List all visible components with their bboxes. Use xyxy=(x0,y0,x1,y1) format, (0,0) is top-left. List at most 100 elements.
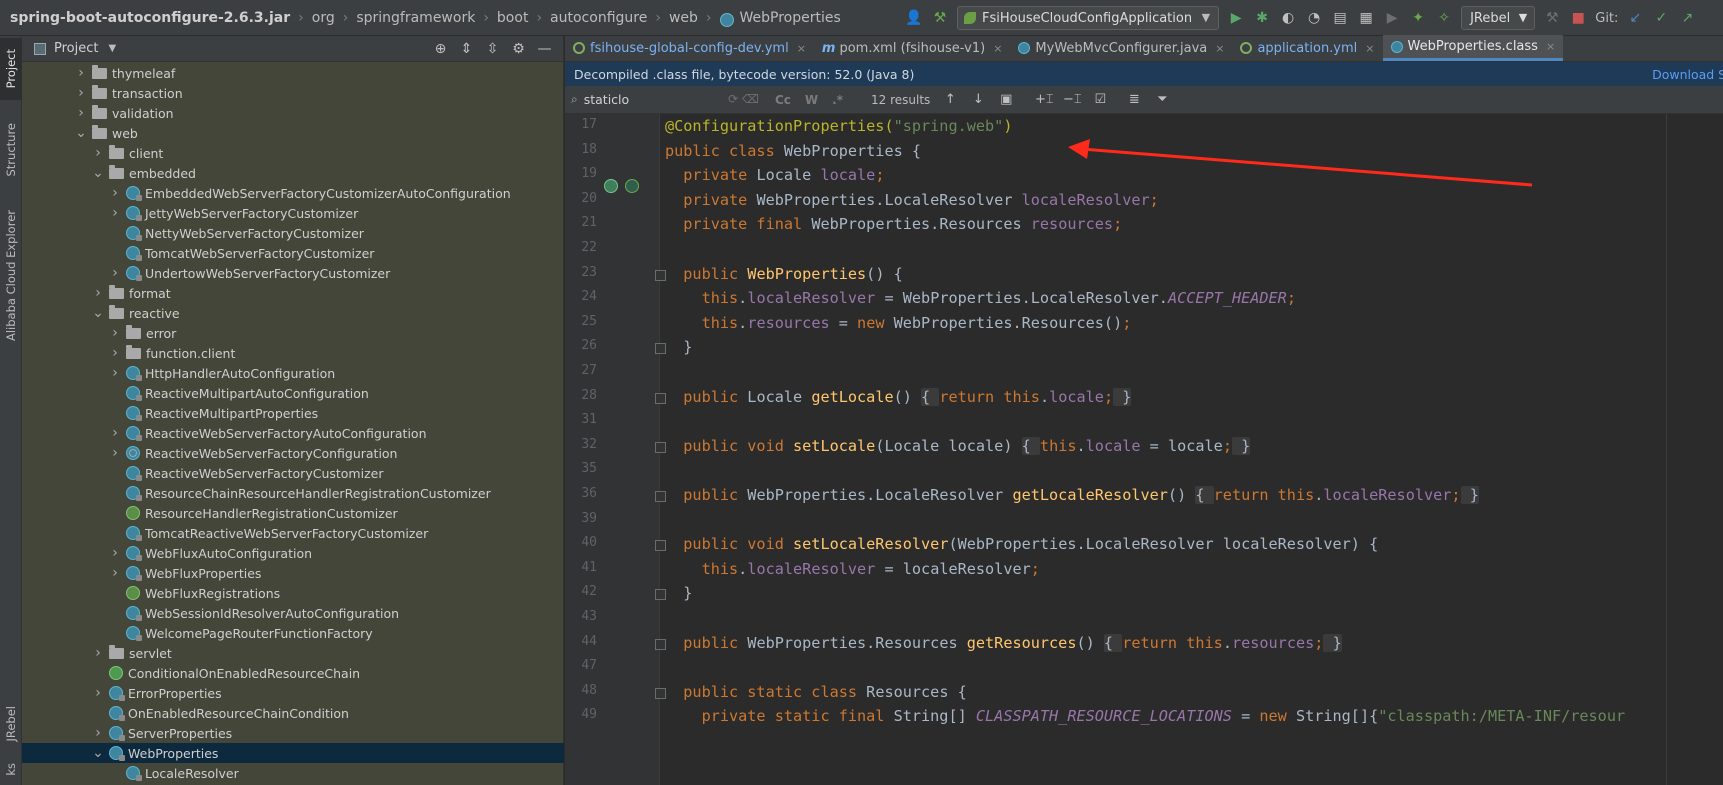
tree-node[interactable]: ReactiveMultipartAutoConfiguration xyxy=(22,383,564,403)
filter-options-icon[interactable]: ≣ xyxy=(1126,92,1142,108)
spring-config-icon[interactable] xyxy=(625,179,639,193)
chevron-right-icon[interactable]: › xyxy=(108,205,122,221)
gear-icon[interactable]: ⚙ xyxy=(510,40,527,57)
spring-bean-icon[interactable] xyxy=(604,179,618,193)
chevron-right-icon[interactable]: › xyxy=(91,685,105,701)
tree-node[interactable]: LocaleResolver xyxy=(22,763,564,783)
chevron-right-icon[interactable]: › xyxy=(108,185,122,201)
user-icon[interactable]: 👤 xyxy=(905,9,923,27)
collapse-all-icon[interactable]: ⇳ xyxy=(484,40,501,57)
tree-node[interactable]: › JettyWebServerFactoryCustomizer xyxy=(22,203,564,223)
tree-node[interactable]: › thymeleaf xyxy=(22,63,564,83)
git-push-icon[interactable]: ↗ xyxy=(1678,9,1696,27)
tool-tab-alibaba-cloud[interactable]: Alibaba Cloud Explorer xyxy=(0,200,22,350)
tree-node[interactable]: › ReactiveWebServerFactoryConfiguration xyxy=(22,443,564,463)
build-icon[interactable]: ▤ xyxy=(1331,9,1349,27)
editor-tab[interactable]: m pom.xml (fsihouse-v1) × xyxy=(814,35,1010,61)
chevron-right-icon[interactable]: › xyxy=(91,145,105,161)
tree-node[interactable]: WelcomePageRouterFunctionFactory xyxy=(22,623,564,643)
tool-tab-jrebel[interactable]: JRebel xyxy=(0,696,22,752)
stop-icon[interactable]: ■ xyxy=(1569,9,1587,27)
tree-node[interactable]: ⌄ WebProperties xyxy=(22,743,564,763)
tree-node[interactable]: ⌄ embedded xyxy=(22,163,564,183)
stop-all-icon[interactable]: ▦ xyxy=(1357,9,1375,27)
chevron-right-icon[interactable]: › xyxy=(108,545,122,561)
chevron-right-icon[interactable]: › xyxy=(91,285,105,301)
chevron-right-icon[interactable]: › xyxy=(91,725,105,741)
tree-node[interactable]: › EmbeddedWebServerFactoryCustomizerAutoC… xyxy=(22,183,564,203)
breadcrumb-item-org[interactable]: org xyxy=(312,10,335,26)
tree-node[interactable]: › ServerProperties xyxy=(22,723,564,743)
close-icon[interactable]: × xyxy=(1215,42,1224,55)
locate-icon[interactable]: ⊕ xyxy=(432,40,449,57)
chevron-down-icon[interactable]: ⌄ xyxy=(91,166,105,180)
add-occurrence-icon[interactable]: +⌶ xyxy=(1035,92,1054,108)
run-icon[interactable]: ▶ xyxy=(1227,9,1245,27)
regex-option[interactable]: .* xyxy=(832,93,843,107)
chevron-right-icon[interactable]: › xyxy=(91,645,105,661)
clear-icon[interactable]: ⟳ ⌫ xyxy=(728,92,759,106)
chevron-right-icon[interactable]: › xyxy=(108,365,122,381)
remove-occurrence-icon[interactable]: −⌶ xyxy=(1063,92,1082,108)
tree-node[interactable]: › WebFluxProperties xyxy=(22,563,564,583)
previous-occurrence-icon[interactable]: ↑ xyxy=(942,92,958,108)
chevron-right-icon[interactable]: › xyxy=(74,65,88,81)
debug-icon[interactable]: ✱ xyxy=(1253,9,1271,27)
breadcrumb-item-web[interactable]: web xyxy=(669,10,698,26)
tree-node[interactable]: ResourceHandlerRegistrationCustomizer xyxy=(22,503,564,523)
close-icon[interactable]: × xyxy=(797,42,806,55)
jrebel-dropdown[interactable]: JRebel ▼ xyxy=(1461,6,1536,30)
breadcrumb-item-springframework[interactable]: springframework xyxy=(356,10,475,26)
build-hammer-icon[interactable]: ⚒ xyxy=(931,9,949,27)
chevron-right-icon[interactable]: › xyxy=(108,445,122,461)
tree-node[interactable]: › transaction xyxy=(22,83,564,103)
tree-node[interactable]: › ErrorProperties xyxy=(22,683,564,703)
expand-all-icon[interactable]: ⇕ xyxy=(458,40,475,57)
chevron-down-icon[interactable]: ⌄ xyxy=(91,306,105,320)
match-case-option[interactable]: Cc xyxy=(775,93,791,107)
code-view[interactable]: @ConfigurationProperties("spring.web") pu… xyxy=(665,114,1723,785)
editor-tab[interactable]: fsihouse-global-config-dev.yml × xyxy=(565,35,814,61)
jrebel-debug-icon[interactable]: ✧ xyxy=(1435,9,1453,27)
breadcrumb-item-boot[interactable]: boot xyxy=(497,10,529,26)
chevron-right-icon[interactable]: › xyxy=(108,425,122,441)
tree-node[interactable]: WebSessionIdResolverAutoConfiguration xyxy=(22,603,564,623)
editor-tab[interactable]: application.yml × xyxy=(1232,35,1382,61)
breadcrumb-item-current[interactable]: WebProperties xyxy=(740,10,841,26)
jrebel-run-icon[interactable]: ✦ xyxy=(1409,9,1427,27)
profile-icon[interactable]: ◔ xyxy=(1305,9,1323,27)
tree-node[interactable]: › function.client xyxy=(22,343,564,363)
tree-node[interactable]: OnEnabledResourceChainCondition xyxy=(22,703,564,723)
tree-node[interactable]: NettyWebServerFactoryCustomizer xyxy=(22,223,564,243)
tree-node[interactable]: › WebFluxAutoConfiguration xyxy=(22,543,564,563)
tree-node[interactable]: ResourceChainResourceHandlerRegistration… xyxy=(22,483,564,503)
chevron-down-icon[interactable]: ⌄ xyxy=(74,126,88,140)
filter-icon[interactable]: ⏷ xyxy=(1154,92,1170,108)
tree-node[interactable]: ⌄ web xyxy=(22,123,564,143)
run-config-dropdown[interactable]: FsiHouseCloudConfigApplication ▼ xyxy=(957,6,1220,30)
open-in-window-icon[interactable]: ▣ xyxy=(998,92,1014,108)
download-sources-link[interactable]: Download Sc xyxy=(1652,67,1723,82)
tree-node[interactable]: › error xyxy=(22,323,564,343)
chevron-down-icon[interactable]: ⌄ xyxy=(91,746,105,760)
editor-tab[interactable]: MyWebMvcConfigurer.java × xyxy=(1010,35,1232,61)
git-commit-icon[interactable]: ✓ xyxy=(1652,9,1670,27)
tree-node[interactable]: ConditionalOnEnabledResourceChain xyxy=(22,663,564,683)
tree-node[interactable]: › format xyxy=(22,283,564,303)
tree-node[interactable]: › ReactiveWebServerFactoryAutoConfigurati… xyxy=(22,423,564,443)
chevron-right-icon[interactable]: › xyxy=(108,325,122,341)
tree-node[interactable]: › validation xyxy=(22,103,564,123)
tree-node[interactable]: WebFluxRegistrations xyxy=(22,583,564,603)
chevron-right-icon[interactable]: › xyxy=(108,345,122,361)
editor-tab[interactable]: WebProperties.class × xyxy=(1382,35,1564,61)
search-input[interactable]: ⌕ staticlo ⟳ ⌫ xyxy=(571,90,761,110)
git-update-icon[interactable]: ↙ xyxy=(1626,9,1644,27)
tree-node[interactable]: TomcatWebServerFactoryCustomizer xyxy=(22,243,564,263)
next-occurrence-icon[interactable]: ↓ xyxy=(970,92,986,108)
breadcrumb-item-jar[interactable]: spring-boot-autoconfigure-2.6.3.jar xyxy=(10,10,290,26)
tree-node[interactable]: ⌄ reactive xyxy=(22,303,564,323)
tree-node[interactable]: › UndertowWebServerFactoryCustomizer xyxy=(22,263,564,283)
chevron-right-icon[interactable]: › xyxy=(108,265,122,281)
chevron-down-icon[interactable]: ▼ xyxy=(108,43,116,54)
chevron-right-icon[interactable]: › xyxy=(108,565,122,581)
